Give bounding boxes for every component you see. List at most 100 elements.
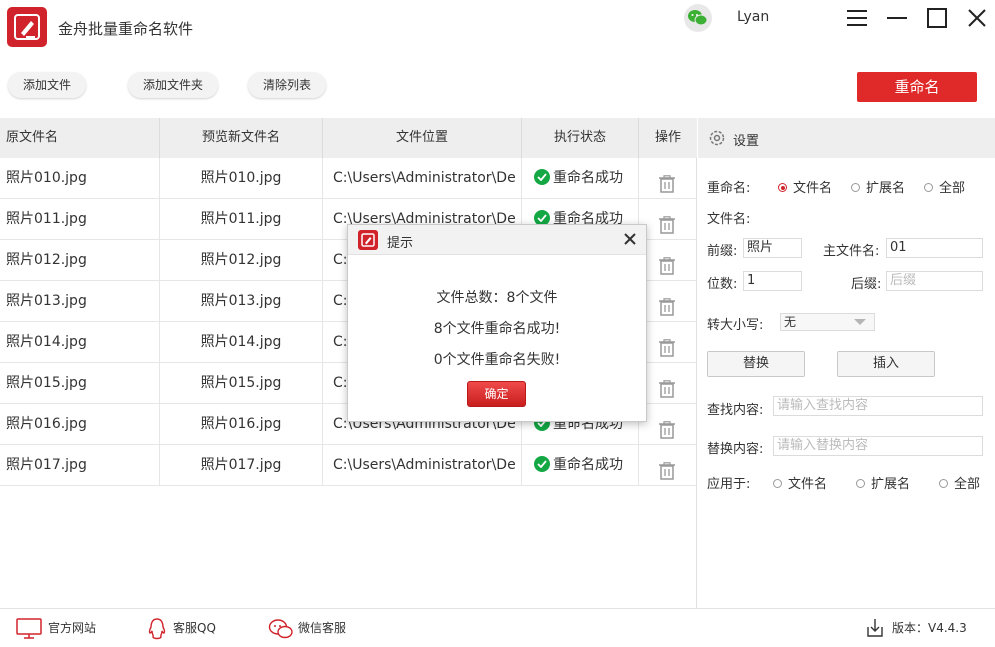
rename-mode-filename-radio[interactable]: 文件名 bbox=[778, 177, 832, 196]
main-name-label: 主文件名: bbox=[823, 244, 880, 259]
find-input[interactable]: 请输入查找内容 bbox=[773, 396, 983, 416]
status-cell: 重命名成功 bbox=[522, 445, 639, 485]
add-folder-button[interactable]: 添加文件夹 bbox=[128, 72, 219, 98]
toolbar: 添加文件 添加文件夹 清除列表 重命名 bbox=[0, 55, 995, 118]
title-bar: 金舟批量重命名软件 Lyan bbox=[0, 0, 995, 55]
original-name-cell: 照片015.jpg bbox=[0, 363, 160, 403]
replace-button[interactable]: 替换 bbox=[707, 351, 805, 377]
gear-icon bbox=[708, 129, 726, 151]
wechat-label: 微信客服 bbox=[298, 621, 347, 635]
dialog-failure-text: 0个文件重命名失败! bbox=[433, 352, 561, 368]
preview-name-cell: 照片010.jpg bbox=[160, 158, 323, 198]
preview-name-cell: 照片016.jpg bbox=[160, 404, 323, 444]
app-logo-icon bbox=[7, 7, 47, 47]
original-name-cell: 照片012.jpg bbox=[0, 240, 160, 280]
table-row[interactable]: 照片010.jpg 照片010.jpg C:\Users\Administrator… bbox=[0, 158, 697, 199]
actions-cell bbox=[639, 445, 697, 485]
insert-button[interactable]: 插入 bbox=[837, 351, 935, 377]
rename-button[interactable]: 重命名 bbox=[857, 72, 977, 102]
qq-icon bbox=[148, 618, 166, 640]
suffix-input[interactable]: 后缀 bbox=[886, 271, 983, 291]
trash-icon[interactable] bbox=[658, 169, 676, 198]
app-title: 金舟批量重命名软件 bbox=[58, 20, 194, 38]
original-name-cell: 照片014.jpg bbox=[0, 322, 160, 362]
minimize-icon[interactable] bbox=[885, 6, 909, 30]
menu-icon[interactable] bbox=[845, 6, 869, 30]
header-location: 文件位置 bbox=[323, 118, 522, 158]
website-label: 官方网站 bbox=[48, 621, 97, 635]
rename-mode-extension-radio[interactable]: 扩展名 bbox=[851, 177, 905, 196]
dialog-close-icon[interactable] bbox=[624, 233, 636, 249]
trash-icon[interactable] bbox=[658, 292, 676, 321]
add-file-button[interactable]: 添加文件 bbox=[8, 72, 87, 98]
dialog-header: 提示 bbox=[348, 225, 646, 255]
dialog-success-text: 8个文件重命名成功! bbox=[433, 321, 561, 337]
header-status: 执行状态 bbox=[522, 118, 639, 158]
digits-input[interactable]: 1 bbox=[743, 271, 802, 291]
preview-name-cell: 照片015.jpg bbox=[160, 363, 323, 403]
suffix-label: 后缀: bbox=[851, 277, 882, 292]
footer: 官方网站 客服QQ 微信客服 版本：V4.4.3 bbox=[0, 608, 995, 647]
find-label: 查找内容: bbox=[707, 403, 764, 418]
preview-name-cell: 照片013.jpg bbox=[160, 281, 323, 321]
main-name-input[interactable]: 01 bbox=[886, 238, 983, 258]
clear-list-button[interactable]: 清除列表 bbox=[248, 72, 327, 98]
apply-to-label: 应用于: bbox=[707, 477, 751, 492]
close-icon[interactable] bbox=[965, 6, 989, 30]
original-name-cell: 照片016.jpg bbox=[0, 404, 160, 444]
case-label: 转大小写: bbox=[707, 318, 764, 333]
download-icon bbox=[867, 619, 883, 637]
dialog-ok-button[interactable]: 确定 bbox=[467, 381, 526, 407]
wechat-service-link[interactable]: 微信客服 bbox=[268, 609, 346, 647]
settings-panel: 设置 重命名: 文件名 扩展名 全部 文件名: 前缀: 照片 主文件名: 01 … bbox=[698, 118, 995, 608]
qq-service-link[interactable]: 客服QQ bbox=[148, 609, 216, 647]
actions-cell bbox=[639, 240, 697, 280]
success-check-icon bbox=[534, 456, 550, 472]
original-name-cell: 照片013.jpg bbox=[0, 281, 160, 321]
apply-extension-radio[interactable]: 扩展名 bbox=[856, 473, 910, 492]
digits-label: 位数: bbox=[707, 277, 738, 292]
apply-filename-radio[interactable]: 文件名 bbox=[773, 473, 827, 492]
filename-label: 文件名: bbox=[707, 212, 751, 227]
replace-content-label: 替换内容: bbox=[707, 442, 764, 457]
status-text: 重命名成功 bbox=[553, 170, 623, 186]
prefix-label: 前缀: bbox=[707, 244, 738, 259]
preview-name-cell: 照片014.jpg bbox=[160, 322, 323, 362]
prefix-input[interactable]: 照片 bbox=[743, 238, 802, 258]
apply-all-radio[interactable]: 全部 bbox=[939, 473, 980, 492]
preview-name-cell: 照片011.jpg bbox=[160, 199, 323, 239]
version-label: 版本：V4.4.3 bbox=[892, 621, 967, 635]
trash-icon[interactable] bbox=[658, 333, 676, 362]
replace-content-input[interactable]: 请输入替换内容 bbox=[773, 436, 983, 456]
actions-cell bbox=[639, 404, 697, 444]
header-preview-name: 预览新文件名 bbox=[160, 118, 323, 158]
header-actions: 操作 bbox=[654, 130, 681, 145]
username[interactable]: Lyan bbox=[737, 9, 769, 25]
actions-cell bbox=[639, 199, 697, 239]
trash-icon[interactable] bbox=[658, 251, 676, 280]
case-select[interactable]: 无 bbox=[780, 313, 875, 331]
location-cell: C:\Users\Administrator\De bbox=[323, 445, 522, 485]
dialog-title: 提示 bbox=[387, 236, 414, 251]
result-dialog: 提示 文件总数：8个文件 8个文件重命名成功! 0个文件重命名失败! 确定 bbox=[347, 224, 647, 422]
status-cell: 重命名成功 bbox=[522, 158, 639, 198]
actions-cell bbox=[639, 322, 697, 362]
header-original-name: 原文件名 bbox=[0, 118, 160, 158]
trash-icon[interactable] bbox=[658, 210, 676, 239]
table-row[interactable]: 照片017.jpg 照片017.jpg C:\Users\Administrator… bbox=[0, 445, 697, 486]
monitor-icon bbox=[16, 618, 42, 639]
preview-name-cell: 照片017.jpg bbox=[160, 445, 323, 485]
original-name-cell: 照片010.jpg bbox=[0, 158, 160, 198]
rename-mode-all-radio[interactable]: 全部 bbox=[924, 177, 965, 196]
actions-cell bbox=[639, 281, 697, 321]
location-cell: C:\Users\Administrator\De bbox=[323, 158, 522, 198]
website-link[interactable]: 官方网站 bbox=[16, 609, 96, 647]
settings-header: 设置 bbox=[698, 118, 995, 158]
trash-icon[interactable] bbox=[658, 374, 676, 403]
maximize-icon[interactable] bbox=[925, 6, 949, 30]
trash-icon[interactable] bbox=[658, 456, 676, 485]
trash-icon[interactable] bbox=[658, 415, 676, 444]
wechat-avatar-icon[interactable] bbox=[684, 4, 712, 32]
success-check-icon bbox=[534, 169, 550, 185]
chevron-down-icon bbox=[854, 319, 866, 325]
